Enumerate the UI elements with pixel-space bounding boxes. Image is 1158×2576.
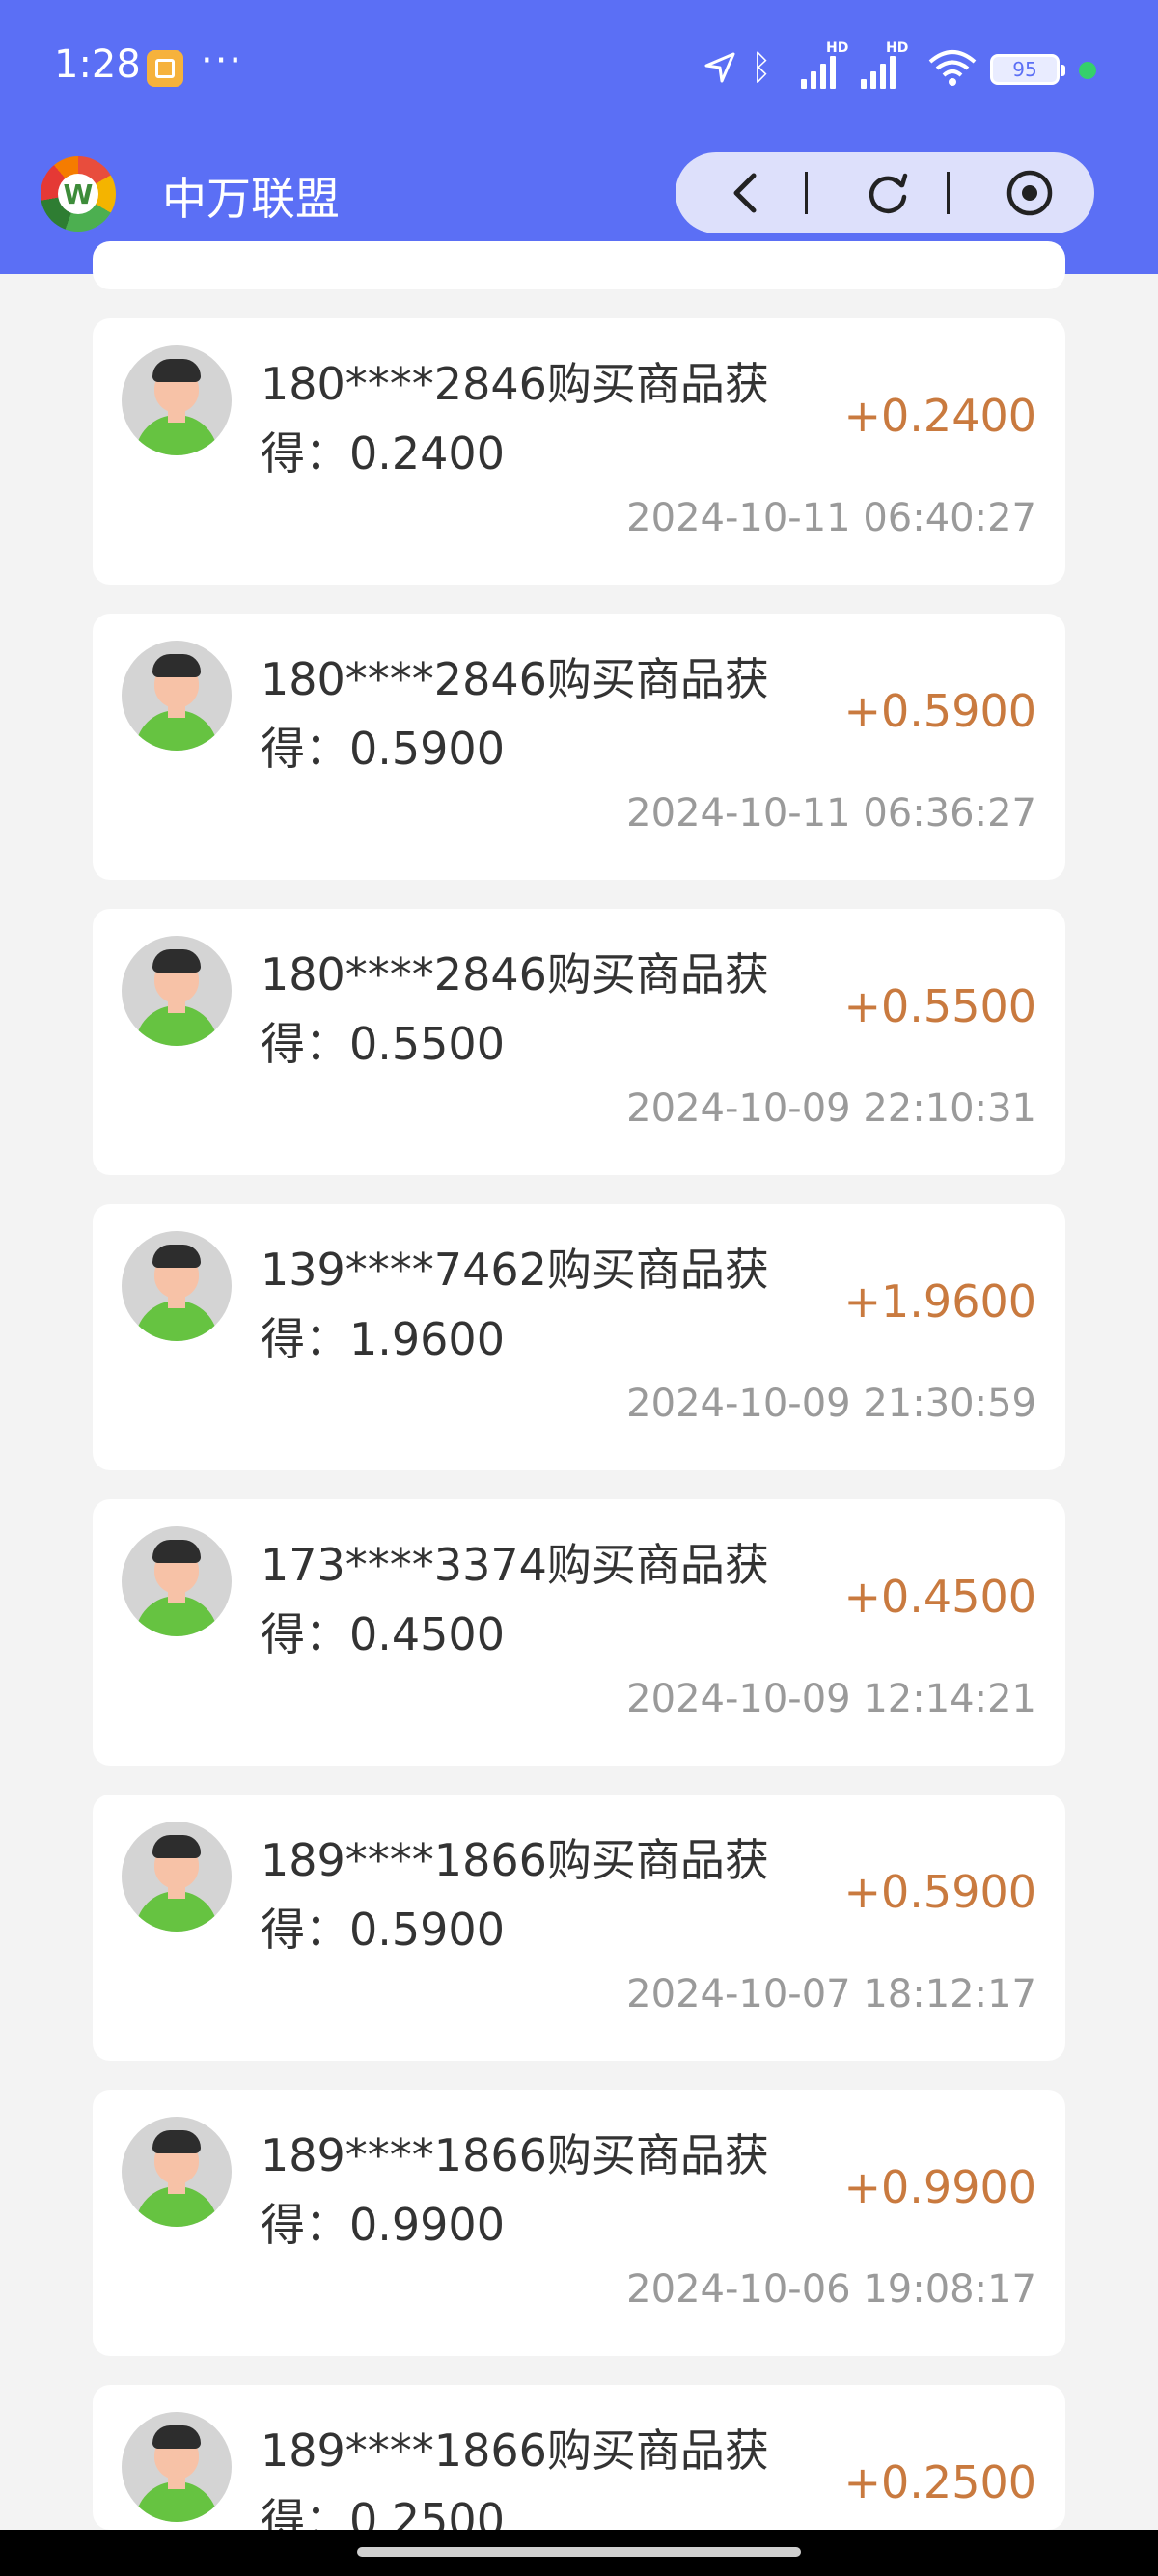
list-item[interactable]: 180****2846购买商品获得：0.5500 +0.5500 2024-10… xyxy=(93,909,1065,1175)
logo-letter: W xyxy=(58,174,98,214)
target-icon xyxy=(1006,170,1053,216)
battery-icon: 95 xyxy=(990,54,1065,85)
record-description: 180****2846购买商品获得：0.5900 xyxy=(261,653,769,775)
list-item-partial xyxy=(93,241,1065,289)
more-notifications-icon: ··· xyxy=(201,39,244,83)
close-miniprogram-button[interactable] xyxy=(977,152,1083,233)
avatar xyxy=(122,2117,232,2227)
record-time: 2024-10-07 18:12:17 xyxy=(626,1972,1036,2016)
avatar xyxy=(122,1822,232,1932)
record-time: 2024-10-09 12:14:21 xyxy=(626,1677,1036,1721)
wifi-icon xyxy=(928,50,977,86)
record-amount: +0.4500 xyxy=(843,1571,1037,1623)
record-amount: +0.9900 xyxy=(843,2161,1037,2213)
signal-strength-icon-2 xyxy=(861,50,896,89)
gesture-bar xyxy=(0,2530,1158,2576)
record-amount: +0.5500 xyxy=(843,980,1037,1032)
capsule-divider xyxy=(805,172,808,214)
notes-app-icon xyxy=(147,50,183,87)
list-item[interactable]: 139****7462购买商品获得：1.9600 +1.9600 2024-10… xyxy=(93,1204,1065,1470)
list-item[interactable]: 173****3374购买商品获得：0.4500 +0.4500 2024-10… xyxy=(93,1499,1065,1766)
record-amount: +0.2500 xyxy=(843,2456,1037,2508)
privacy-indicator-dot xyxy=(1079,62,1096,79)
refresh-icon xyxy=(868,173,908,214)
record-time: 2024-10-09 21:30:59 xyxy=(626,1382,1036,1426)
record-time: 2024-10-11 06:36:27 xyxy=(626,791,1036,836)
refresh-button[interactable] xyxy=(835,152,941,233)
list-item[interactable]: 189****1866购买商品获得：0.2500 +0.2500 xyxy=(93,2385,1065,2530)
page-title: 中万联盟 xyxy=(162,173,340,225)
avatar xyxy=(122,1526,232,1636)
record-description: 189****1866购买商品获得：0.9900 xyxy=(261,2129,769,2251)
location-arrow-icon xyxy=(704,52,735,83)
avatar xyxy=(122,641,232,751)
record-amount: +0.5900 xyxy=(843,685,1037,737)
back-button[interactable] xyxy=(693,152,799,233)
record-time: 2024-10-09 22:10:31 xyxy=(626,1086,1036,1131)
record-description: 139****7462购买商品获得：1.9600 xyxy=(261,1244,769,1365)
record-amount: +0.2400 xyxy=(843,390,1037,442)
home-indicator[interactable] xyxy=(357,2547,801,2557)
capsule-divider xyxy=(947,172,950,214)
record-time: 2024-10-11 06:40:27 xyxy=(626,496,1036,540)
record-amount: +0.5900 xyxy=(843,1866,1037,1918)
record-time: 2024-10-06 19:08:17 xyxy=(626,2267,1036,2312)
avatar xyxy=(122,936,232,1046)
app-logo: W xyxy=(41,156,116,232)
record-description: 180****2846购买商品获得：0.2400 xyxy=(261,358,769,480)
status-bar: 1:28 ··· ᛒ HD HD 95 xyxy=(0,0,1158,135)
back-icon xyxy=(733,173,757,213)
avatar xyxy=(122,1231,232,1341)
record-description: 189****1866购买商品获得：0.2500 xyxy=(261,2425,769,2530)
record-description: 173****3374购买商品获得：0.4500 xyxy=(261,1539,769,1660)
list-item[interactable]: 189****1866购买商品获得：0.9900 +0.9900 2024-10… xyxy=(93,2090,1065,2356)
record-description: 189****1866购买商品获得：0.5900 xyxy=(261,1834,769,1956)
list-item[interactable]: 189****1866购买商品获得：0.5900 +0.5900 2024-10… xyxy=(93,1795,1065,2061)
status-time: 1:28 xyxy=(54,42,141,87)
avatar xyxy=(122,2412,232,2522)
bluetooth-icon: ᛒ xyxy=(751,48,772,88)
list-item[interactable]: 180****2846购买商品获得：0.5900 +0.5900 2024-10… xyxy=(93,614,1065,880)
mini-program-capsule xyxy=(676,152,1094,233)
record-description: 180****2846购买商品获得：0.5500 xyxy=(261,948,769,1070)
header: 1:28 ··· ᛒ HD HD 95 W 中万联盟 xyxy=(0,0,1158,274)
avatar xyxy=(122,345,232,455)
list-item[interactable]: 180****2846购买商品获得：0.2400 +0.2400 2024-10… xyxy=(93,318,1065,585)
record-amount: +1.9600 xyxy=(843,1275,1037,1328)
signal-strength-icon-1 xyxy=(801,50,836,89)
